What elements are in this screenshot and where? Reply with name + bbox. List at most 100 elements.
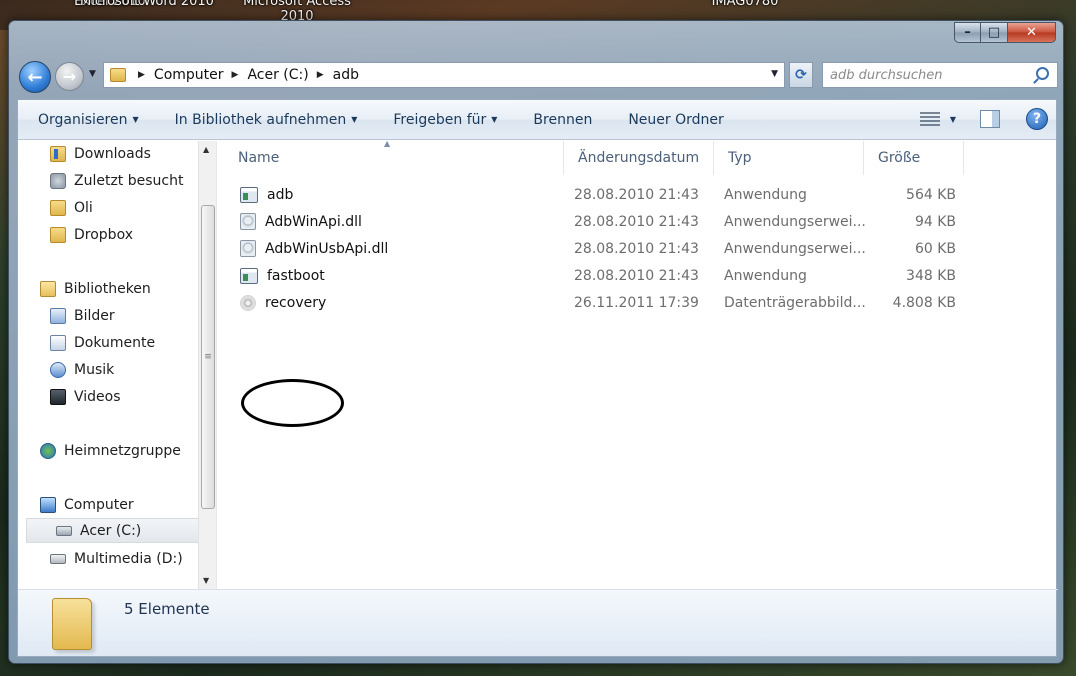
- column-header-name[interactable]: Name: [224, 141, 564, 175]
- sidebar-item-oli[interactable]: Oli: [50, 195, 93, 220]
- file-row[interactable]: recovery 26.11.2011 17:39 Datenträgerabb…: [224, 289, 964, 316]
- sidebar-item-label: Musik: [74, 361, 115, 378]
- sidebar-item-libraries[interactable]: Bibliotheken: [40, 276, 151, 301]
- scroll-down-icon[interactable]: ▼: [203, 576, 209, 585]
- recent-locations-dropdown-icon[interactable]: ▼: [89, 69, 96, 79]
- chevron-down-icon: ▼: [351, 115, 358, 124]
- chevron-down-icon: ▼: [491, 115, 498, 124]
- folder-icon: [52, 598, 92, 650]
- forward-button[interactable]: →: [55, 62, 84, 91]
- file-size: 94 KB: [914, 213, 956, 230]
- sidebar-item-computer[interactable]: Computer: [40, 492, 134, 517]
- music-library-icon: [50, 361, 66, 378]
- file-row[interactable]: adb 28.08.2010 21:43 Anwendung 564 KB: [224, 181, 964, 208]
- burn-button[interactable]: Brennen: [515, 112, 610, 128]
- sidebar-item-label: Videos: [74, 388, 121, 405]
- desktop-icon-label-word[interactable]: Microsoft Word 2010: [72, 0, 222, 9]
- scrollbar-thumb[interactable]: ≡: [201, 205, 215, 509]
- search-icon[interactable]: [1036, 67, 1049, 80]
- file-name-cell[interactable]: fastboot: [240, 262, 325, 289]
- address-bar[interactable]: ▶ Computer ▶ Acer (C:) ▶ adb ▼: [103, 62, 785, 88]
- view-options-dropdown-icon[interactable]: ▼: [950, 115, 956, 124]
- sidebar-item-videos[interactable]: Videos: [50, 384, 121, 409]
- sidebar-item-label: Dropbox: [74, 226, 133, 243]
- sidebar-item-label: Bibliotheken: [64, 280, 151, 297]
- file-type: Anwendung: [724, 186, 807, 203]
- file-name: AdbWinUsbApi.dll: [265, 240, 389, 257]
- column-headers: ▲ Name Änderungsdatum Typ Größe: [224, 139, 964, 175]
- share-with-menu-button[interactable]: Freigeben für ▼: [375, 112, 515, 128]
- desktop-icon-label-image[interactable]: IMAG0780: [690, 0, 800, 9]
- disc-image-icon: [240, 294, 256, 311]
- file-row[interactable]: fastboot 28.08.2010 21:43 Anwendung 348 …: [224, 262, 964, 289]
- file-date: 28.08.2010 21:43: [574, 267, 699, 284]
- user-folder-icon: [50, 199, 66, 216]
- file-size: 60 KB: [914, 240, 956, 257]
- breadcrumb-separator-icon[interactable]: ▶: [232, 70, 239, 80]
- file-type: Anwendung: [724, 267, 807, 284]
- file-row[interactable]: AdbWinApi.dll 28.08.2010 21:43 Anwendung…: [224, 208, 964, 235]
- help-button[interactable]: ?: [1026, 108, 1048, 130]
- file-size: 348 KB: [906, 267, 956, 284]
- file-date: 28.08.2010 21:43: [574, 213, 699, 230]
- breadcrumb-folder[interactable]: adb: [333, 67, 359, 83]
- exe-icon: [240, 267, 258, 284]
- column-header-size[interactable]: Größe: [864, 141, 964, 175]
- file-type: Anwendungserwei...: [724, 213, 866, 230]
- preview-pane-icon[interactable]: [980, 110, 1000, 128]
- sidebar-item-label: Zuletzt besucht: [74, 172, 184, 189]
- search-input[interactable]: [830, 67, 1020, 83]
- file-name-cell[interactable]: recovery: [240, 289, 326, 316]
- command-bar: Organisieren ▼ In Bibliothek aufnehmen ▼ F…: [18, 100, 1056, 140]
- navigation-pane-scrollbar[interactable]: ▲ ≡ ▼: [198, 141, 216, 589]
- breadcrumb-separator-icon[interactable]: ▶: [317, 70, 324, 80]
- pane-divider[interactable]: [216, 141, 217, 589]
- include-library-label: In Bibliothek aufnehmen: [174, 111, 347, 128]
- include-in-library-menu-button[interactable]: In Bibliothek aufnehmen ▼: [157, 112, 376, 128]
- sidebar-item-label: Bilder: [74, 307, 115, 324]
- address-history-dropdown-icon[interactable]: ▼: [771, 69, 778, 79]
- computer-icon: [40, 496, 56, 513]
- refresh-button[interactable]: ⟳: [789, 62, 813, 88]
- sidebar-item-downloads[interactable]: Downloads: [50, 141, 151, 166]
- file-name-cell[interactable]: AdbWinApi.dll: [240, 208, 362, 235]
- sidebar-item-documents[interactable]: Dokumente: [50, 330, 155, 355]
- maximize-button[interactable]: □: [981, 22, 1008, 43]
- column-header-type[interactable]: Typ: [714, 141, 864, 175]
- back-button[interactable]: ←: [19, 61, 51, 93]
- libraries-icon: [40, 280, 56, 297]
- sidebar-item-label: Acer (C:): [80, 522, 142, 539]
- sidebar-item-label: Dokumente: [74, 334, 156, 351]
- breadcrumb-drive[interactable]: Acer (C:): [247, 67, 308, 83]
- documents-library-icon: [50, 334, 66, 351]
- file-date: 26.11.2011 17:39: [574, 294, 699, 311]
- sidebar-item-drive-d[interactable]: Multimedia (D:): [50, 546, 183, 571]
- minimize-button[interactable]: –: [954, 22, 981, 43]
- sidebar-item-homegroup[interactable]: Heimnetzgruppe: [40, 438, 181, 463]
- breadcrumb-computer[interactable]: Computer: [154, 67, 224, 83]
- hand-drawn-circle-annotation: [241, 379, 344, 427]
- sidebar-item-recent-places[interactable]: Zuletzt besucht: [50, 168, 183, 193]
- file-date: 28.08.2010 21:43: [574, 240, 699, 257]
- new-folder-button[interactable]: Neuer Ordner: [610, 112, 741, 128]
- close-button[interactable]: ✕: [1008, 22, 1056, 43]
- hard-drive-icon: [50, 553, 66, 564]
- breadcrumb: ▶ Computer ▶ Acer (C:) ▶ adb: [130, 67, 359, 83]
- sidebar-item-pictures[interactable]: Bilder: [50, 303, 115, 328]
- sidebar-item-drive-c[interactable]: Acer (C:): [26, 518, 200, 543]
- organize-menu-button[interactable]: Organisieren ▼: [18, 112, 157, 128]
- sidebar-item-music[interactable]: Musik: [50, 357, 114, 382]
- file-row[interactable]: AdbWinUsbApi.dll 28.08.2010 21:43 Anwend…: [224, 235, 964, 262]
- search-box[interactable]: [822, 62, 1058, 88]
- details-view-icon[interactable]: [919, 112, 940, 126]
- sidebar-item-dropbox[interactable]: Dropbox: [50, 222, 133, 247]
- breadcrumb-separator-icon[interactable]: ▶: [138, 70, 145, 80]
- column-header-date[interactable]: Änderungsdatum: [564, 141, 714, 175]
- toolbar-right-group: ▼ ?: [919, 108, 1048, 130]
- navigation-pane: Downloads Zuletzt besucht Oli Dropbox Bi…: [18, 141, 216, 589]
- scroll-up-icon[interactable]: ▲: [203, 145, 209, 154]
- share-with-label: Freigeben für: [393, 111, 487, 128]
- file-name-cell[interactable]: AdbWinUsbApi.dll: [240, 235, 388, 262]
- file-name-cell[interactable]: adb: [240, 181, 293, 208]
- downloads-folder-icon: [50, 145, 66, 162]
